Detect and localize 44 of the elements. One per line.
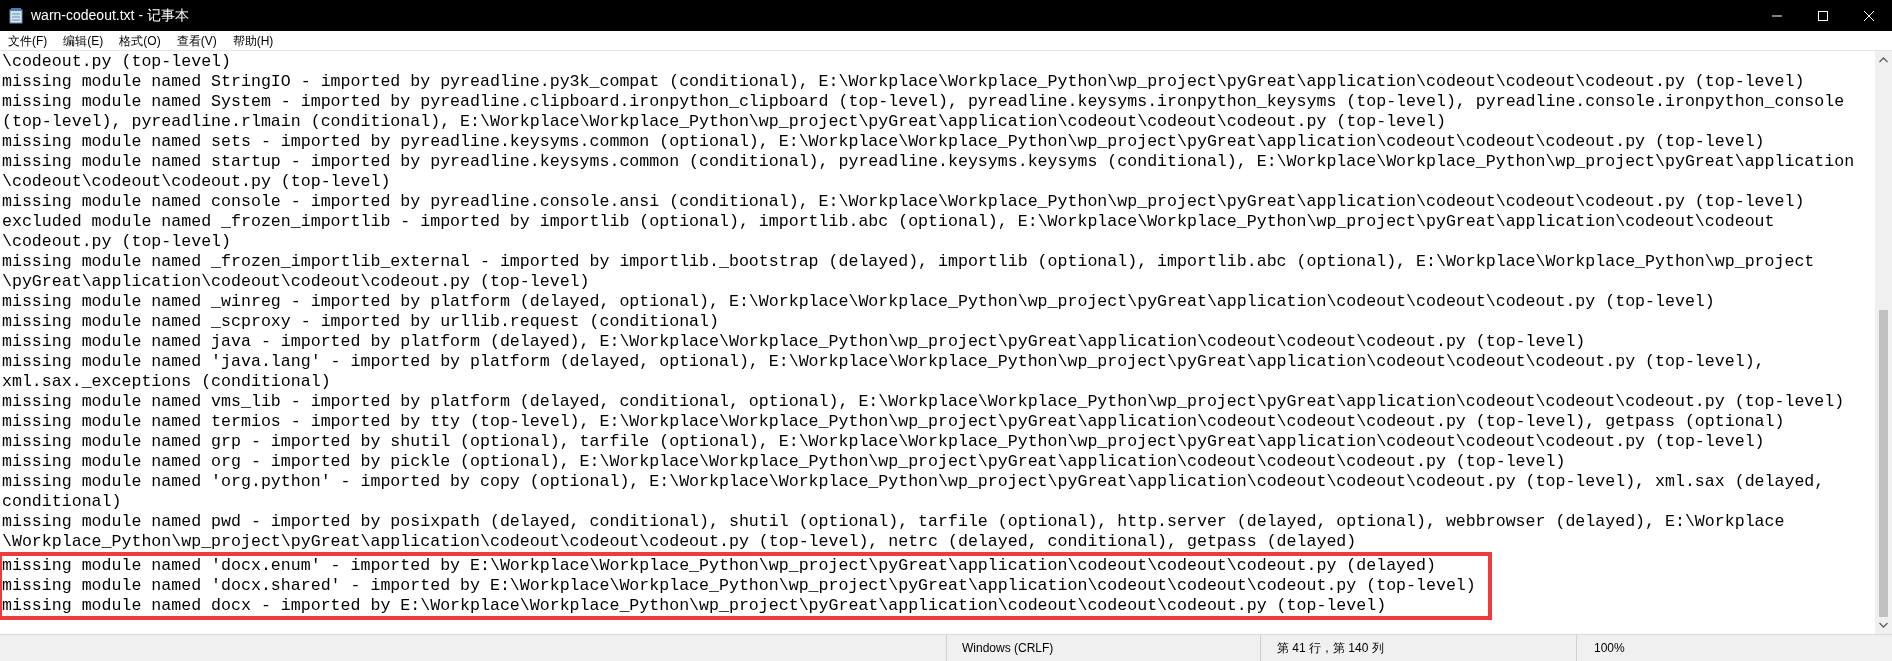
text-line: \codeout.py (top-level) (2, 52, 233, 72)
text-line: (top-level), pyreadline.rlmain (conditional), E:\Workplace\Workplace_Python\wp_project\pyGreat\application\codeout\codeout\codeout.py (top-level) (2, 112, 1447, 132)
menu-item[interactable]: 编辑(E) (57, 30, 110, 51)
text-line: missing module named termios - imported by tty (top-level), E:\Workplace\Workplace_Python\wp_project\pyGreat\application\codeout\codeout\codeout.py (top-level), getpass (optional) (2, 412, 1786, 432)
text-line: missing module named docx - imported by E:\Workplace\Workplace_Python\wp_project\pyGreat\application\codeout\codeout\codeout.py (top-level) (2, 596, 1388, 616)
scroll-up-icon[interactable] (1879, 57, 1888, 63)
text-line: missing module named _frozen_importlib_external - imported by importlib._bootstrap (delayed), importlib (optional), importlib.abc (optional), E:\Workplace\Workplace_Python\wp_project (2, 252, 1816, 272)
text-line: \codeout\codeout\codeout.py (top-level) (2, 172, 392, 192)
close-icon (1864, 10, 1874, 21)
text-line: missing module named grp - imported by shutil (optional), tarfile (optional), E:\Workplace\Workplace_Python\wp_project\pyGreat\application\codeout\codeout\codeout.py (top-level) (2, 432, 1766, 452)
menu-item[interactable]: 文件(F) (2, 30, 54, 51)
text-line: missing module named 'docx.shared' - imported by E:\Workplace\Workplace_Python\wp_project\pyGreat\application\codeout\codeout\codeout.py (top-level) (2, 576, 1477, 596)
text-line: missing module named console - imported by pyreadline.console.ansi (conditional), E:\Workplace\Workplace_Python\wp_project\pyGreat\application\codeout\codeout\codeout.py (top-level) (2, 192, 1806, 212)
notepad-icon (9, 7, 23, 24)
text-line: missing module named _winreg - imported by platform (delayed, optional), E:\Workplace\Workplace_Python\wp_project\pyGreat\application\codeout\codeout\codeout.py (top-level) (2, 292, 1716, 312)
maximize-icon (1818, 10, 1828, 21)
text-line: \Workplace_Python\wp_project\pyGreat\application\codeout\codeout\codeout.py (top-level), netrc (delayed, conditional), getpass (delayed) (2, 532, 1358, 552)
text-line: conditional) (2, 492, 123, 512)
text-line: missing module named _scproxy - imported by urllib.request (conditional) (2, 312, 720, 332)
cursor-position-label: 第 41 行，第 140 列 (1277, 640, 1384, 657)
menu-item[interactable]: 帮助(H) (226, 30, 280, 51)
window-title: warn-codeout.txt - 记事本 (31, 6, 189, 25)
text-line: xml.sax._exceptions (conditional) (2, 372, 332, 392)
text-line: missing module named sets - imported by pyreadline.keysyms.common (optional), E:\Workplace\Workplace_Python\wp_project\pyGreat\application\codeout\codeout\codeout.py (top-level) (2, 132, 1766, 152)
zoom-label: 100% (1594, 640, 1625, 657)
text-line: missing module named StringIO - imported by pyreadline.py3k_compat (conditional), E:\Workplace\Workplace_Python\wp_project\pyGreat\application\codeout\codeout\codeout.py (top-level) (2, 72, 1806, 92)
text-line: \codeout.py (top-level) (2, 232, 233, 252)
scroll-down-icon[interactable] (1879, 622, 1888, 628)
text-line: missing module named 'org.python' - imported by copy (optional), E:\Workplace\Workplace_Python\wp_project\pyGreat\application\codeout\codeout\codeout.py (top-level), xml.sax (delayed, (2, 472, 1826, 492)
text-line: missing module named vms_lib - imported by platform (delayed, conditional, optional), E:\Workplace\Workplace_Python\wp_project\pyGreat\application\codeout\codeout\codeout.py (top-level) (2, 392, 1846, 412)
text-line: missing module named 'java.lang' - imported by platform (delayed, optional), E:\Workplace\Workplace_Python\wp_project\pyGreat\application\codeout\codeout\codeout.py (top-level), (2, 352, 1766, 372)
text-line: excluded module named _frozen_importlib - imported by importlib (optional), importlib.abc (optional), E:\Workplace\Workplace_Python\wp_project\pyGreat\application\codeout\codeout (2, 212, 1776, 232)
line-ending-label: Windows (CRLF) (962, 640, 1054, 657)
scrollbar-thumb[interactable] (1879, 310, 1888, 617)
text-line: missing module named java - imported by platform (delayed), E:\Workplace\Workplace_Python\wp_project\pyGreat\application\codeout\codeout\codeout.py (top-level) (2, 332, 1587, 352)
text-line: missing module named pwd - imported by posixpath (delayed, conditional), shutil (optional), tarfile (optional), http.server (delayed, optional), webbrowser (delayed), E:\Workplace (2, 512, 1786, 532)
menu-item[interactable]: 查看(V) (170, 30, 223, 51)
text-line: \pyGreat\application\codeout\codeout\codeout.py (top-level) (2, 272, 591, 292)
text-line: missing module named startup - imported by pyreadline.keysyms.common (conditional), pyreadline.keysyms.keysyms (conditional), E:\Workplace\Workplace_Python\wp_project\pyGreat\application (2, 152, 1856, 172)
text-line: missing module named 'docx.enum' - imported by E:\Workplace\Workplace_Python\wp_project\pyGreat\application\codeout\codeout\codeout.py (delayed) (2, 556, 1437, 576)
scrollbar[interactable] (1875, 51, 1892, 634)
text-line: missing module named org - imported by pickle (optional), E:\Workplace\Workplace_Python\wp_project\pyGreat\application\codeout\codeout\codeout.py (top-level) (2, 452, 1567, 472)
menu-item[interactable]: 格式(O) (113, 30, 167, 51)
text-line: missing module named System - imported by pyreadline.clipboard.ironpython_clipboard (top-level), pyreadline.keysyms.ironpython_keysyms (top-level), pyreadline.console.ironpython_console (2, 92, 1846, 112)
